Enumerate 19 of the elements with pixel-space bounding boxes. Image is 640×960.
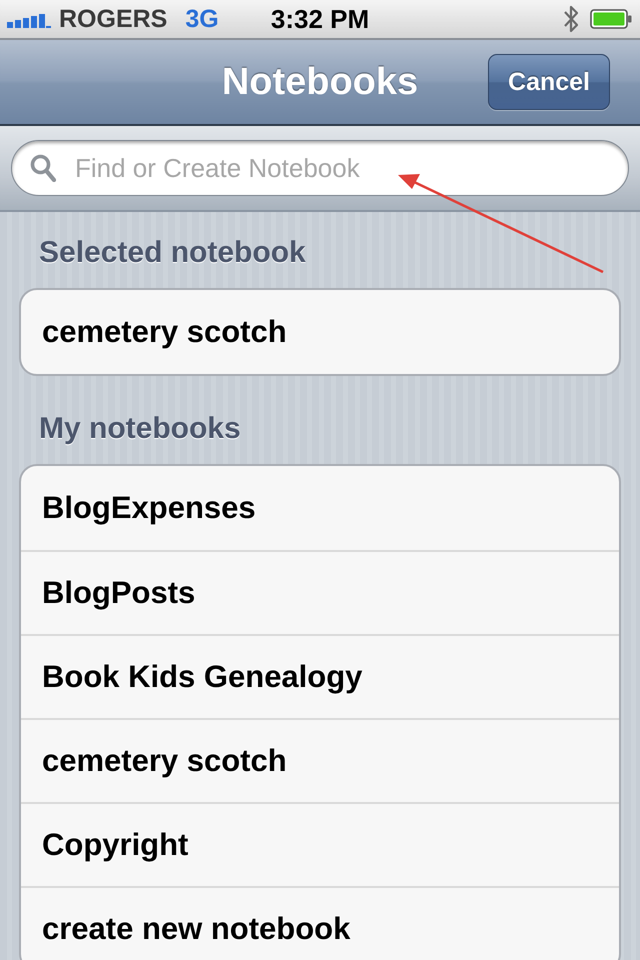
- nav-title: Notebooks: [222, 60, 418, 104]
- search-icon: [30, 154, 56, 182]
- notebook-row[interactable]: Book Kids Genealogy: [21, 634, 619, 718]
- section-header: My notebooks: [38, 411, 241, 447]
- status-time: 3:32 PM: [270, 4, 370, 34]
- bluetooth-icon: [564, 5, 578, 33]
- network-type: 3G: [185, 4, 219, 34]
- notebook-row[interactable]: Copyright: [21, 802, 619, 886]
- notebook-row[interactable]: cemetery scotch: [21, 718, 619, 802]
- notebook-row[interactable]: cemetery scotch: [21, 290, 619, 374]
- search-field[interactable]: Find or Create Notebook: [11, 140, 629, 196]
- notebook-row[interactable]: create new notebook: [21, 886, 619, 960]
- carrier-name: ROGERS: [59, 4, 168, 34]
- section-header: Selected notebook: [38, 235, 306, 271]
- signal-bars-icon: [7, 14, 51, 28]
- cancel-button[interactable]: Cancel: [488, 54, 610, 110]
- notebook-row[interactable]: BlogPosts: [21, 550, 619, 634]
- notebook-row[interactable]: BlogExpenses: [21, 466, 619, 550]
- battery-icon: [590, 9, 632, 29]
